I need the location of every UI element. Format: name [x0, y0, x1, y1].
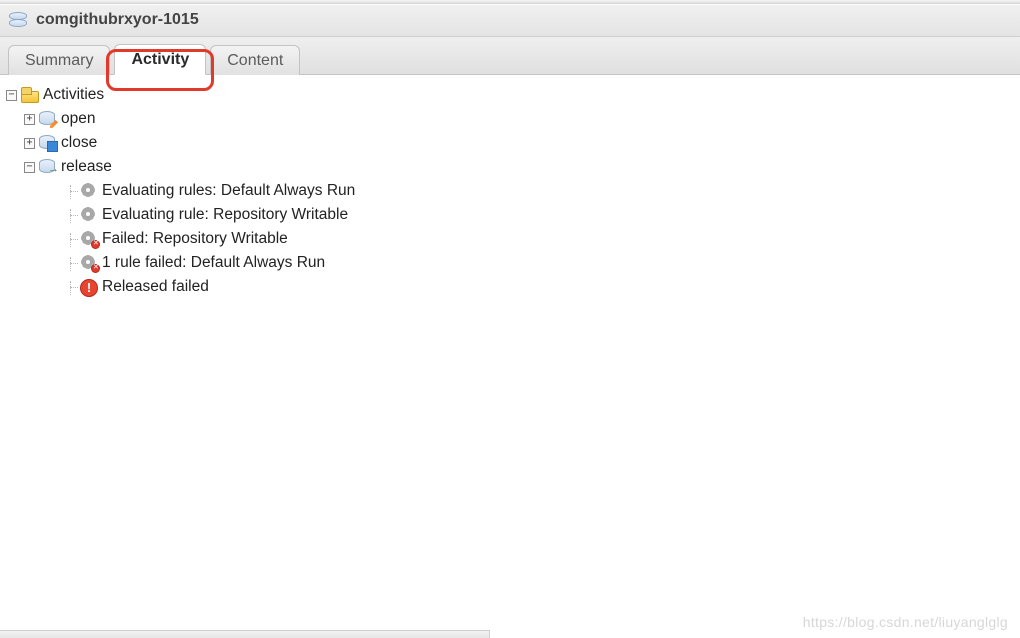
tree-line-icon — [64, 183, 78, 199]
release-eval-rules[interactable]: Evaluating rules: Default Always Run — [4, 179, 1016, 203]
panel-header: comgithubrxyor-1015 — [0, 4, 1020, 37]
tab-activity[interactable]: Activity — [114, 44, 206, 75]
tree-item-open-label: open — [61, 107, 95, 131]
tree-item-close-label: close — [61, 131, 97, 155]
tab-content[interactable]: Content — [210, 45, 300, 75]
tab-summary-label: Summary — [25, 52, 93, 69]
release-one-rule-failed[interactable]: 1 rule failed: Default Always Run — [4, 251, 1016, 275]
error-icon — [80, 279, 98, 295]
release-released-failed-label: Released failed — [102, 275, 209, 299]
gear-icon — [80, 183, 98, 199]
db-save-icon — [39, 135, 57, 151]
database-icon — [8, 12, 28, 28]
folder-open-icon — [21, 87, 39, 103]
tab-summary[interactable]: Summary — [8, 45, 110, 75]
release-failed-writable-label: Failed: Repository Writable — [102, 227, 288, 251]
tree-item-close[interactable]: + close — [4, 131, 1016, 155]
tree-line-icon — [64, 255, 78, 271]
gear-fail-icon — [80, 231, 98, 247]
collapse-icon[interactable]: − — [24, 162, 35, 173]
watermark-text: https://blog.csdn.net/liuyanglglg — [803, 614, 1008, 630]
bottom-panel-edge — [0, 630, 490, 638]
expand-icon[interactable]: + — [24, 114, 35, 125]
gear-icon — [80, 207, 98, 223]
panel-title: comgithubrxyor-1015 — [36, 11, 199, 29]
release-released-failed[interactable]: Released failed — [4, 275, 1016, 299]
tree-line-icon — [64, 207, 78, 223]
tab-bar: Summary Activity Content — [0, 37, 1020, 75]
activity-tree: − Activities + open + close − release Ev… — [0, 75, 1020, 303]
tree-line-icon — [64, 279, 78, 295]
collapse-icon[interactable]: − — [6, 90, 17, 101]
tree-line-icon — [64, 231, 78, 247]
release-failed-writable[interactable]: Failed: Repository Writable — [4, 227, 1016, 251]
db-edit-icon — [39, 111, 57, 127]
tab-content-label: Content — [227, 52, 283, 69]
release-eval-rule-writable[interactable]: Evaluating rule: Repository Writable — [4, 203, 1016, 227]
release-eval-rules-label: Evaluating rules: Default Always Run — [102, 179, 355, 203]
release-one-rule-failed-label: 1 rule failed: Default Always Run — [102, 251, 325, 275]
expand-icon[interactable]: + — [24, 138, 35, 149]
tree-root-label: Activities — [43, 83, 104, 107]
tree-root-activities[interactable]: − Activities — [4, 83, 1016, 107]
tab-activity-label: Activity — [131, 51, 189, 68]
tree-item-release-label: release — [61, 155, 112, 179]
tree-item-open[interactable]: + open — [4, 107, 1016, 131]
tree-item-release[interactable]: − release — [4, 155, 1016, 179]
release-eval-rule-writable-label: Evaluating rule: Repository Writable — [102, 203, 348, 227]
db-release-icon — [39, 159, 57, 175]
gear-fail-icon — [80, 255, 98, 271]
